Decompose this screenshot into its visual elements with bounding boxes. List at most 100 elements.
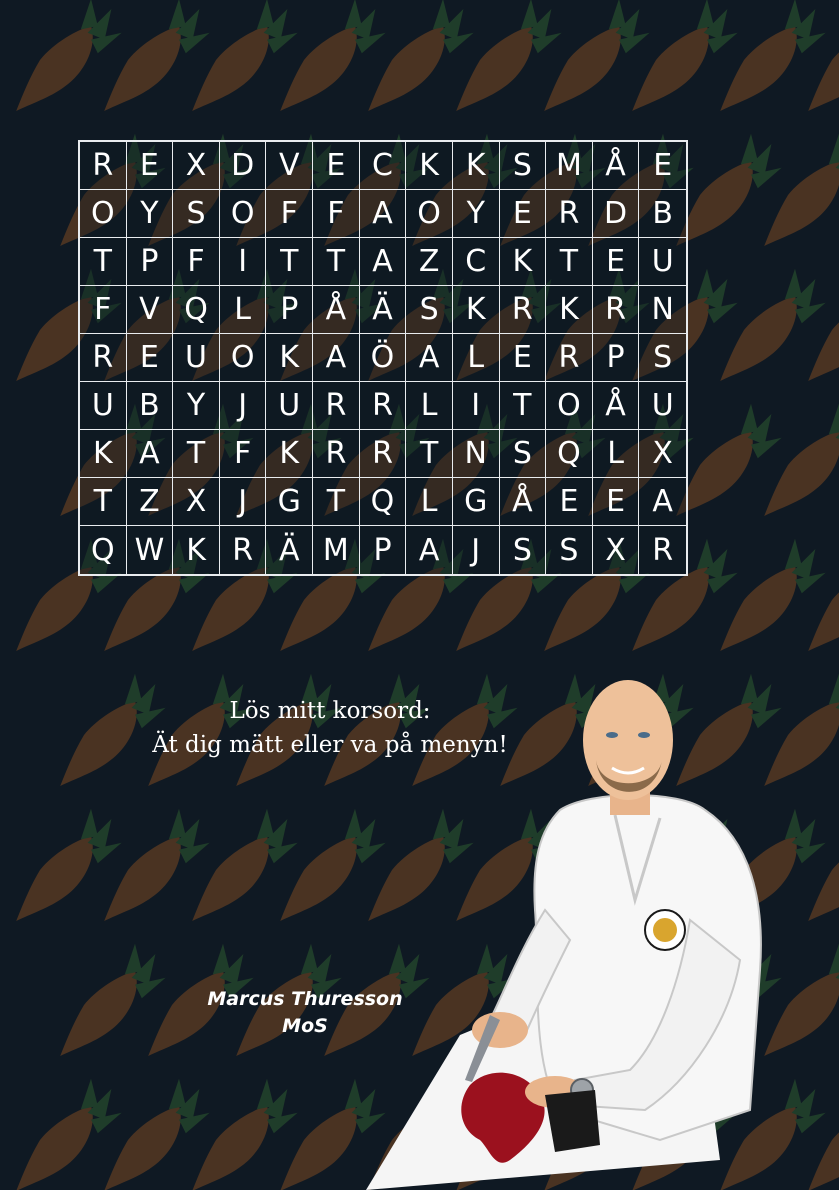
- grid-cell: K: [546, 286, 593, 334]
- grid-cell: Y: [126, 190, 174, 238]
- grid-cell: S: [499, 430, 547, 478]
- chef-with-knife-illustration: [366, 680, 762, 1190]
- carrot-icon: [720, 268, 826, 381]
- grid-cell: F: [173, 238, 220, 286]
- grid-cell: F: [80, 286, 127, 334]
- grid-cell: T: [313, 238, 360, 286]
- grid-cell: G: [266, 478, 314, 526]
- grid-cell: T: [499, 382, 547, 430]
- grid-cell: V: [126, 286, 174, 334]
- grid-cell: Q: [80, 526, 127, 574]
- grid-cell: Å: [592, 142, 640, 190]
- grid-cell: W: [127, 526, 174, 574]
- grid-cell: K: [80, 430, 127, 478]
- carrot-icon: [456, 0, 562, 112]
- grid-cell: M: [546, 142, 593, 190]
- carrot-icon: [192, 808, 298, 921]
- grid-cell: R: [313, 382, 360, 430]
- grid-cell: X: [639, 430, 686, 478]
- grid-cell: R: [220, 526, 267, 574]
- grid-cell: E: [499, 190, 547, 238]
- grid-cell: R: [499, 286, 547, 334]
- grid-cell: A: [126, 430, 174, 478]
- carrot-icon: [368, 0, 474, 112]
- grid-cell: Å: [313, 286, 360, 334]
- grid-cell: S: [173, 190, 220, 238]
- grid-cell: Z: [126, 478, 174, 526]
- grid-cell: R: [80, 142, 127, 190]
- carrot-icon: [280, 0, 386, 112]
- grid-cell: E: [592, 478, 640, 526]
- grid-cell: I: [219, 238, 267, 286]
- grid-cell: O: [546, 382, 593, 430]
- grid-cell: L: [219, 286, 267, 334]
- grid-cell: L: [452, 334, 500, 382]
- grid-cell: T: [313, 478, 360, 526]
- grid-cell: A: [313, 334, 360, 382]
- carrot-icon: [720, 538, 826, 651]
- grid-cell: X: [173, 478, 220, 526]
- grid-cell: S: [406, 286, 453, 334]
- carrot-icon: [104, 1078, 210, 1190]
- grid-cell: R: [313, 430, 360, 478]
- grid-cell: B: [639, 190, 686, 238]
- grid-cell: G: [452, 478, 500, 526]
- grid-cell: R: [359, 382, 407, 430]
- grid-cell: R: [652, 532, 674, 568]
- grid-cell: R: [546, 334, 593, 382]
- grid-cell: Å: [592, 382, 640, 430]
- grid-cell: P: [126, 238, 174, 286]
- grid-cell: R: [80, 334, 127, 382]
- grid-cell: N: [639, 286, 686, 334]
- grid-cell: Y: [452, 190, 500, 238]
- grid-cell: C: [359, 142, 407, 190]
- grid-cell: Q: [546, 430, 593, 478]
- grid-cell: U: [639, 382, 686, 430]
- grid-cell: Ö: [359, 334, 407, 382]
- grid-cell: M: [313, 526, 360, 574]
- grid-cell: K: [452, 286, 500, 334]
- grid-cell: Q: [359, 478, 407, 526]
- grid-cell: D: [219, 142, 267, 190]
- carrot-icon: [192, 0, 298, 112]
- grid-cell: K: [499, 238, 547, 286]
- carrot-icon: [764, 403, 839, 516]
- grid-cell: J: [219, 382, 267, 430]
- grid-cell: F: [313, 190, 360, 238]
- grid-cell: A: [406, 526, 453, 574]
- grid-cell: R: [592, 286, 640, 334]
- carrot-icon: [16, 1078, 122, 1190]
- grid-cell: E: [639, 142, 686, 190]
- grid-cell: S: [639, 334, 686, 382]
- carrot-icon: [104, 808, 210, 921]
- grid-cell: C: [452, 238, 500, 286]
- grid-cell: A: [406, 334, 453, 382]
- grid-cell: L: [406, 382, 453, 430]
- grid-cell: N: [452, 430, 500, 478]
- carrot-icon: [16, 0, 122, 112]
- grid-cell: K: [406, 142, 453, 190]
- grid-cell: R: [359, 430, 407, 478]
- grid-cell: X: [173, 142, 220, 190]
- grid-cell: E: [499, 334, 547, 382]
- carrot-icon: [16, 808, 122, 921]
- grid-cell: K: [173, 526, 220, 574]
- grid-cell: Y: [173, 382, 220, 430]
- carrot-icon: [676, 403, 782, 516]
- grid-cell: T: [266, 238, 314, 286]
- carrot-icon: [632, 0, 738, 112]
- grid-cell: S: [500, 526, 547, 574]
- grid-cell: A: [639, 478, 686, 526]
- grid-cell: K: [266, 334, 314, 382]
- grid-cell: T: [80, 478, 127, 526]
- grid-cell: P: [360, 526, 407, 574]
- word-search-grid: REXDVECKKSMÅEOYSOFFAOYERDBTPFITTAZCKTEUF…: [78, 140, 688, 576]
- grid-cell: Ä: [266, 526, 314, 574]
- grid-cell: E: [126, 142, 174, 190]
- grid-cell: Z: [406, 238, 453, 286]
- grid-cell: R: [546, 190, 593, 238]
- grid-cell: O: [219, 334, 267, 382]
- grid-cell: I: [452, 382, 500, 430]
- grid-cell: T: [173, 430, 220, 478]
- grid-cell: V: [266, 142, 314, 190]
